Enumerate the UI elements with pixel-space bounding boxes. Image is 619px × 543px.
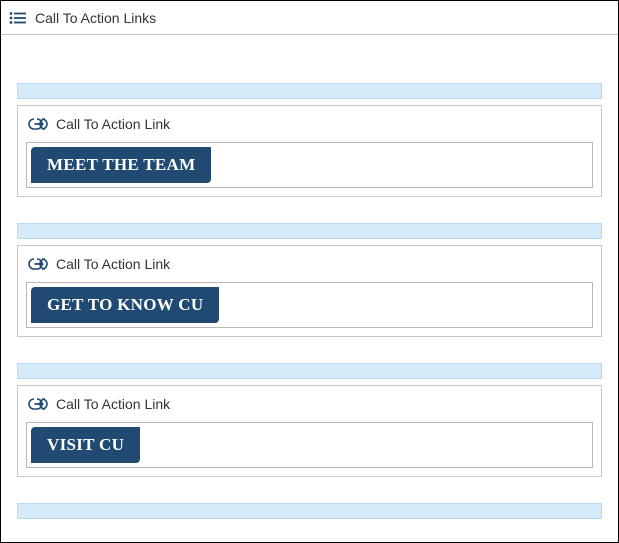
spacer-bar[interactable] [17, 363, 602, 379]
cta-body: VISIT CU [18, 422, 601, 476]
list-icon [9, 11, 27, 25]
link-icon [28, 257, 48, 271]
spacer-bar[interactable] [17, 83, 602, 99]
cta-button[interactable]: GET TO KNOW CU [31, 287, 219, 323]
cta-header: Call To Action Link [18, 106, 601, 142]
cta-button[interactable]: VISIT CU [31, 427, 140, 463]
cta-header: Call To Action Link [18, 386, 601, 422]
spacer-bar[interactable] [17, 503, 602, 519]
cta-field[interactable]: VISIT CU [26, 422, 593, 468]
cta-block: Call To Action Link GET TO KNOW CU [17, 245, 602, 337]
cta-block: Call To Action Link MEET THE TEAM [17, 105, 602, 197]
cta-body: MEET THE TEAM [18, 142, 601, 196]
titlebar-title: Call To Action Links [35, 10, 156, 26]
cta-label: Call To Action Link [56, 256, 170, 272]
cta-button[interactable]: MEET THE TEAM [31, 147, 211, 183]
cta-label: Call To Action Link [56, 116, 170, 132]
cta-block: Call To Action Link VISIT CU [17, 385, 602, 477]
cta-body: GET TO KNOW CU [18, 282, 601, 336]
cta-field[interactable]: GET TO KNOW CU [26, 282, 593, 328]
link-icon [28, 397, 48, 411]
spacer-bar[interactable] [17, 223, 602, 239]
cta-header: Call To Action Link [18, 246, 601, 282]
content: Call To Action Link MEET THE TEAM [1, 35, 618, 541]
titlebar: Call To Action Links [1, 1, 618, 35]
window: Call To Action Links Call To Action Link… [0, 0, 619, 543]
link-icon [28, 117, 48, 131]
cta-field[interactable]: MEET THE TEAM [26, 142, 593, 188]
cta-label: Call To Action Link [56, 396, 170, 412]
